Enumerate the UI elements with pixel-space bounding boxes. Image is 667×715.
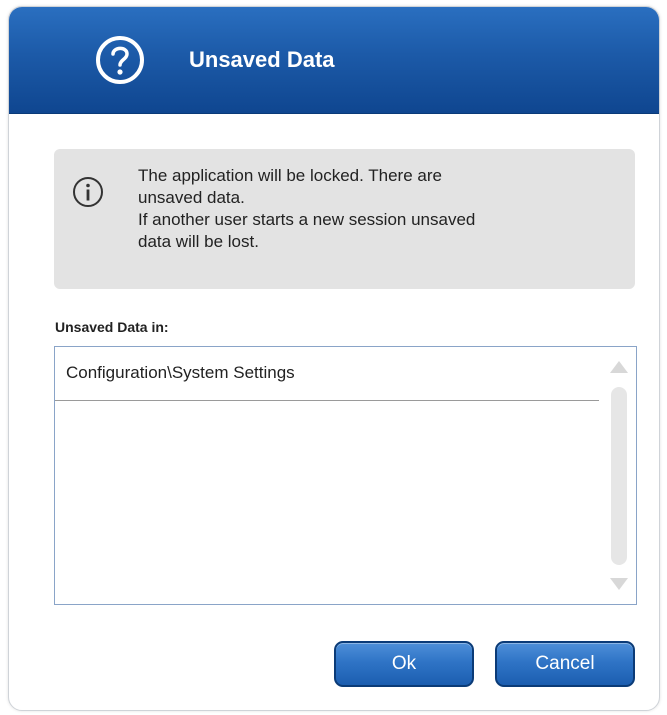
info-message-text: The application will be locked. There ar… <box>138 165 618 253</box>
cancel-button[interactable]: Cancel <box>495 641 635 687</box>
info-message-line: The application will be locked. There ar… <box>138 166 442 185</box>
dialog-titlebar: Unsaved Data <box>9 7 659 114</box>
ok-button[interactable]: Ok <box>334 641 474 687</box>
dialog-title: Unsaved Data <box>189 47 335 72</box>
unsaved-data-list-label: Unsaved Data in: <box>55 319 169 335</box>
question-circle-icon <box>96 36 144 84</box>
scroll-track[interactable] <box>611 387 627 565</box>
scroll-up-arrow-icon[interactable] <box>609 360 629 374</box>
list-scrollbar[interactable] <box>602 347 636 604</box>
info-circle-icon <box>73 177 103 207</box>
list-item-label: Configuration\System Settings <box>66 363 295 382</box>
list-item[interactable]: Configuration\System Settings <box>55 347 599 401</box>
info-message-line: data will be lost. <box>138 232 259 251</box>
scroll-down-arrow-icon[interactable] <box>609 577 629 591</box>
unsaved-data-dialog: Unsaved Data The application will be loc… <box>8 6 660 711</box>
unsaved-data-list[interactable]: Configuration\System Settings <box>54 346 637 605</box>
info-message-line: unsaved data. <box>138 188 245 207</box>
info-message-line: If another user starts a new session uns… <box>138 210 476 229</box>
info-message-box: The application will be locked. There ar… <box>54 149 635 289</box>
